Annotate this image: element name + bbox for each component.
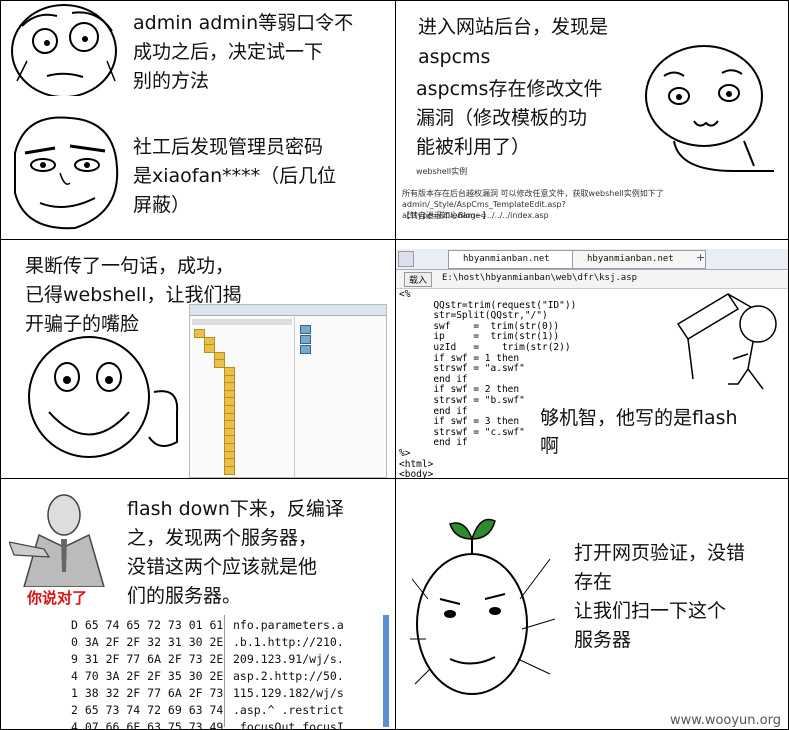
panel6-text-2: 存在: [574, 571, 613, 593]
folder-icon: [224, 465, 235, 475]
obama-pointing-icon: [9, 487, 119, 587]
table-flip-icon: [676, 292, 777, 390]
panel1-text-3: 别的方法: [133, 70, 210, 92]
panel5-text-4: 们的服务器。: [127, 585, 242, 607]
panel2-text-3: aspcms存在修改文件: [416, 78, 603, 100]
site-watermark: www.wooyun.org: [669, 713, 781, 728]
panel1-text-4: 社工后发现管理员密码: [133, 136, 324, 158]
panel6-text-4: 服务器: [574, 629, 632, 651]
new-tab-button[interactable]: +: [696, 251, 705, 264]
comic-panel-4: hbyanmianban.net hbyanmianban.net + 载入 E…: [395, 239, 789, 479]
comic-panel-2: 进入网站后台，发现是 aspcms aspcms存在修改文件 漏洞（修改模板的功…: [395, 0, 789, 240]
file-manager-screenshot: [189, 304, 387, 478]
panel1-text-1: admin admin等弱口令不: [133, 12, 354, 34]
panel6-text-3: 让我们扫一下这个: [574, 600, 727, 622]
browser-tab-1[interactable]: hbyanmianban.net: [448, 250, 582, 269]
comic-panel-5: 你说对了 flash down下来，反编译 之，发现两个服务器， 没错这两个应该…: [0, 478, 396, 730]
panel1-text-6: 屏蔽）: [133, 194, 191, 216]
panel2-text-5: 能被利用了）: [416, 136, 531, 158]
panel4-text-1: 够机智，他写的是flash: [540, 407, 738, 429]
panel2-text-2: aspcms: [418, 46, 491, 68]
panel2-small-1: 所有版本存在后台越权漏洞 可以修改任意文件，获取webshell实例如下了: [402, 189, 664, 198]
panel6-text-1: 打开网页验证，没错: [574, 542, 746, 564]
panel2-text-4: 漏洞（修改模板的功: [416, 107, 588, 129]
you-are-right-label: 你说对了: [27, 589, 88, 607]
url-field[interactable]: E:\host\hbyanmianban\web\dfr\ksj.asp: [442, 273, 637, 283]
comic-panel-6: 打开网页验证，没错 存在 让我们扫一下这个 服务器: [395, 478, 789, 730]
browser-tab-2[interactable]: hbyanmianban.net: [572, 250, 706, 269]
panel3-text-1: 果断传了一句话，成功，: [25, 255, 235, 277]
rage-face-icon: [11, 4, 117, 96]
comic-panel-1: admin admin等弱口令不 成功之后，决定试一下 别的方法 社工后发现管理…: [0, 0, 396, 240]
smug-face-icon: [14, 116, 119, 230]
panel2-small-label: webshell实例: [416, 167, 468, 176]
hex-ascii: nfo.parameters.a .b.1.http://210. 209.12…: [233, 618, 344, 730]
hex-bytes: D 65 74 65 72 73 01 61 0 3A 2F 2F 32 31 …: [71, 618, 224, 730]
file-icon: [300, 335, 311, 344]
browser-tab-bar: hbyanmianban.net hbyanmianban.net +: [396, 249, 788, 270]
comic-panel-3: 果断传了一句话，成功， 已得webshell，让我们揭 开骗子的嘴脸: [0, 239, 396, 479]
grinning-thumbs-up-face-icon: [28, 336, 179, 458]
panel5-text-3: 没错这两个应该就是他: [127, 556, 318, 578]
panel5-text-1: flash down下来，反编译: [127, 498, 344, 520]
panel2-text-1: 进入网站后台，发现是: [418, 16, 609, 38]
sprout-face-icon: [410, 518, 556, 695]
file-icon: [300, 325, 311, 334]
load-button[interactable]: 载入: [404, 272, 433, 287]
panel4-text-2: 啊: [540, 435, 560, 457]
panel2-small-3: 【转自逍遥知心Blog~】: [402, 211, 491, 220]
panel1-text-2: 成功之后，决定试一下: [133, 41, 324, 63]
panel1-text-5: 是xiaofan****（后几位: [133, 165, 337, 187]
worried-face-icon: [645, 45, 774, 172]
file-icon: [300, 345, 311, 354]
hex-viewer: D 65 74 65 72 73 01 61 0 3A 2F 2F 32 31 …: [67, 615, 389, 730]
panel5-text-2: 之，发现两个服务器，: [127, 527, 318, 549]
